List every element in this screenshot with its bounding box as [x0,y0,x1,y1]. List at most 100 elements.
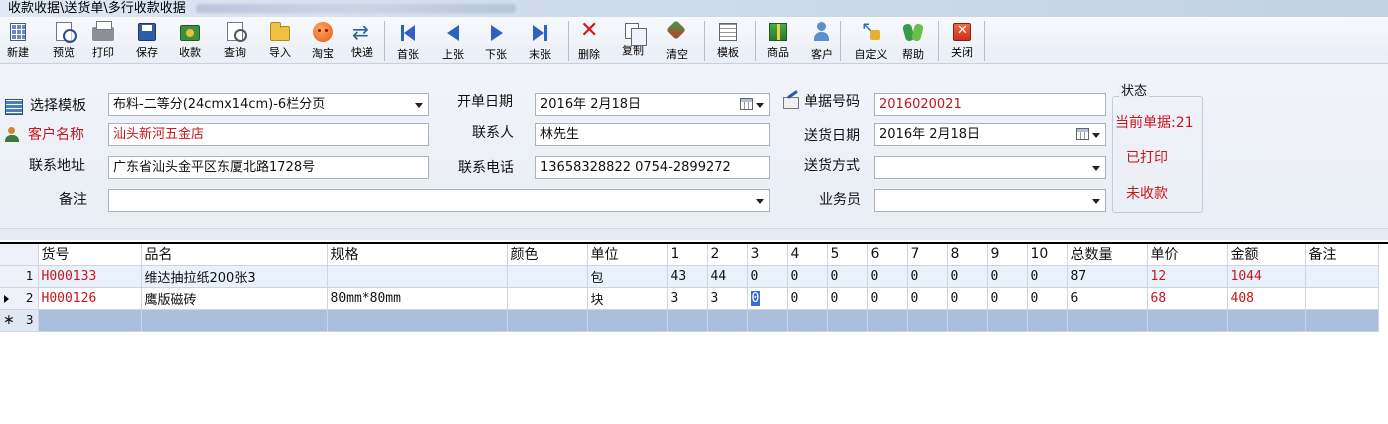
address-field[interactable]: 广东省汕头金平区东厦北路1728号 [108,156,429,179]
grid-cell[interactable]: H000126 [38,287,142,310]
grid-cell[interactable]: 块 [587,287,668,310]
column-header[interactable]: 6 [867,244,908,266]
column-header[interactable]: 3 [747,244,788,266]
salesperson-select[interactable] [874,189,1106,212]
grid-cell[interactable]: 0 [867,287,908,310]
grid-cell[interactable] [827,309,868,332]
phone-field[interactable]: 13658328822 0754-2899272 [535,156,770,179]
column-header[interactable]: 单位 [587,244,668,266]
column-header[interactable]: 5 [827,244,868,266]
grid-cell[interactable]: 维达抽拉纸200张3 [141,265,328,288]
column-header[interactable]: 1 [667,244,708,266]
grid-cell[interactable] [667,309,708,332]
grid-cell[interactable]: 0 [827,265,868,288]
goods-button[interactable]: 商品 [758,21,798,63]
column-header[interactable]: 8 [947,244,988,266]
grid-cell[interactable] [38,309,142,332]
receipt-button[interactable]: 收款 [170,21,210,63]
preview-button[interactable]: 预览 [44,21,84,63]
column-header[interactable]: 10 [1027,244,1068,266]
column-header[interactable]: 规格 [327,244,508,266]
clear-button[interactable]: 清空 [657,21,697,63]
grid-cell[interactable] [787,309,828,332]
grid-cell[interactable] [587,309,668,332]
print-button[interactable]: 打印 [83,21,123,63]
grid-cell[interactable]: 0 [907,287,948,310]
row-number[interactable]: ∗ 3 [0,309,39,332]
column-header[interactable]: 颜色 [507,244,588,266]
row-number[interactable]: 1 [0,265,39,288]
custom-button[interactable]: 自定义 [851,18,891,63]
column-header[interactable]: 金额 [1227,244,1306,266]
grid-cell[interactable] [1305,309,1379,332]
grid-cell[interactable] [947,309,988,332]
table-row[interactable]: 1 H000133 维达抽拉纸200张3 包 43 44 0 0 0 0 0 0 0 0 87 12 1044 [0,265,1379,288]
column-header[interactable]: 4 [787,244,828,266]
column-header[interactable]: 7 [907,244,948,266]
grid-cell[interactable] [327,265,508,288]
grid-cell[interactable]: 0 [787,287,828,310]
template-button[interactable]: 模板 [708,21,748,63]
grid-cell[interactable]: 0 [907,265,948,288]
grid-cell[interactable] [507,309,588,332]
remark-select[interactable] [108,189,770,212]
grid-cell[interactable]: 43 [667,265,708,288]
delivery-date-picker[interactable]: 2016年 2月18日 [874,123,1106,146]
column-header[interactable]: 品名 [141,244,328,266]
prev-button[interactable]: 上张 [433,21,473,63]
grid-cell[interactable] [1067,309,1148,332]
contact-field[interactable]: 林先生 [535,123,770,146]
grid-cell[interactable]: 0 [747,287,788,310]
close-button[interactable]: 关闭 [942,21,982,63]
grid-cell[interactable] [987,309,1028,332]
grid-cell[interactable]: 0 [1027,265,1068,288]
grid-cell[interactable]: 80mm*80mm [327,287,508,310]
grid-cell[interactable]: 68 [1147,287,1228,310]
delivery-method-select[interactable] [874,156,1106,179]
next-button[interactable]: 下张 [476,21,516,63]
grid-cell[interactable]: 0 [747,265,788,288]
import-button[interactable]: 导入 [260,21,300,63]
grid-cell[interactable]: 0 [947,265,988,288]
last-button[interactable]: 末张 [520,21,560,63]
grid-cell[interactable]: 0 [867,265,908,288]
copy-button[interactable]: 复制 [613,21,653,63]
grid-cell[interactable]: 408 [1227,287,1306,310]
table-row[interactable]: ∗ 3 [0,309,1379,332]
query-button[interactable]: 查询 [215,21,255,63]
grid-cell[interactable]: 0 [987,287,1028,310]
active-cell-editor[interactable]: 0 [750,290,761,306]
grid-cell[interactable] [907,309,948,332]
grid-cell[interactable] [507,287,588,310]
grid-cell[interactable] [1305,287,1379,310]
column-header[interactable]: 货号 [38,244,142,266]
grid-cell[interactable] [507,265,588,288]
table-row[interactable]: 2 H000126 鹰版磁砖 80mm*80mm 块 3 3 0 0 0 0 0 0 0 0 6 68 408 [0,287,1379,310]
grid-cell[interactable]: 87 [1067,265,1148,288]
grid-cell[interactable] [141,309,328,332]
help-button[interactable]: 帮助 [893,21,933,63]
express-button[interactable]: 快递 [342,20,382,63]
grid-cell[interactable] [1027,309,1068,332]
column-header[interactable]: 备注 [1305,244,1379,266]
grid-cell[interactable]: 1044 [1227,265,1306,288]
grid-cell[interactable] [1147,309,1228,332]
column-header[interactable]: 单价 [1147,244,1228,266]
customer-button[interactable]: 客户 [802,21,842,63]
grid-cell[interactable] [747,309,788,332]
grid-cell[interactable]: 0 [1027,287,1068,310]
grid-cell[interactable]: 0 [787,265,828,288]
grid-cell[interactable]: 鹰版磁砖 [141,287,328,310]
grid-cell[interactable]: 6 [1067,287,1148,310]
grid-cell[interactable]: 3 [707,287,748,310]
delete-button[interactable]: 删除 [569,18,609,63]
doc-number-field[interactable]: 2016020021 [874,93,1106,116]
template-select[interactable]: 布料-二等分(24cmx14cm)-6栏分页 [108,93,429,116]
column-header[interactable]: 总数量 [1067,244,1148,266]
grid-cell[interactable]: 0 [987,265,1028,288]
grid-cell[interactable]: 12 [1147,265,1228,288]
row-number[interactable]: 2 [0,287,39,310]
grid-cell[interactable] [327,309,508,332]
save-button[interactable]: 保存 [127,21,167,63]
grid-cell[interactable]: 44 [707,265,748,288]
